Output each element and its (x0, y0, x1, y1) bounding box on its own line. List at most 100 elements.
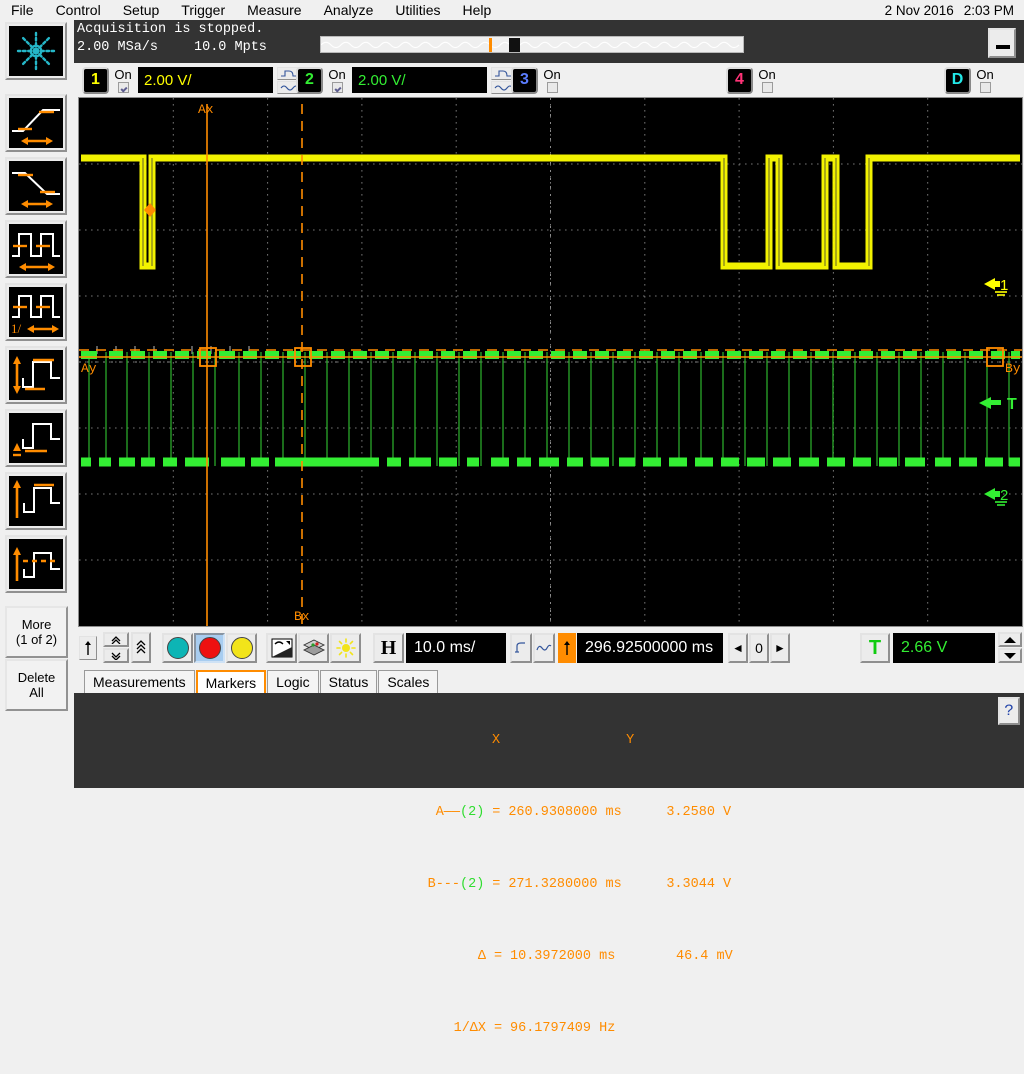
menu-item-control[interactable]: Control (45, 0, 112, 20)
tab-scales[interactable]: Scales (378, 670, 439, 693)
marker-b-x: 271.3280000 ms (508, 877, 622, 892)
measurement-sidebar: 1/ More (1 of 2) Delete All (0, 20, 75, 768)
delay-prev-button[interactable]: ◄ (728, 633, 748, 663)
delete-label-line1: Delete (17, 670, 56, 685)
delay-reference-button[interactable] (558, 633, 576, 663)
channel-button-digital[interactable]: D (944, 66, 971, 94)
sidebar-button-amplitude[interactable] (5, 346, 67, 404)
channel-button-3[interactable]: 3 (511, 66, 538, 94)
time-per-division-field[interactable]: 10.0 ms/ (406, 633, 506, 663)
channel-vdiv-2[interactable]: 2.00 V/ (352, 67, 487, 93)
vertical-offset-button[interactable] (79, 636, 97, 660)
channel-on-checkbox-3[interactable] (546, 81, 558, 93)
channel-group-3: 3 On (511, 65, 563, 95)
channel-2-trace (81, 351, 1020, 467)
channel-on-toggle-digital[interactable]: On (974, 68, 996, 93)
sidebar-button-rise-time[interactable] (5, 94, 67, 152)
menu-item-trigger[interactable]: Trigger (170, 0, 236, 20)
timebase-mode-button[interactable] (510, 633, 532, 663)
scroll-up-fast-button[interactable] (103, 632, 129, 647)
delay-next-button[interactable]: ► (770, 633, 790, 663)
menu-item-measure[interactable]: Measure (236, 0, 312, 20)
trigger-level-up-button[interactable] (998, 632, 1022, 647)
channel-button-4[interactable]: 4 (726, 66, 753, 94)
persistence-button[interactable] (298, 633, 329, 663)
trigger-level-field[interactable]: 2.66 V (893, 633, 995, 663)
channel-on-label-digital: On (976, 66, 994, 82)
marker-b-eq: = (492, 877, 501, 892)
timebase-roll-button[interactable] (533, 633, 555, 663)
falling-edge-icon (9, 161, 63, 211)
sidebar-button-peak-to-peak[interactable] (5, 472, 67, 530)
sidebar-button-period[interactable] (5, 220, 67, 278)
memory-waveform-icon (321, 41, 740, 49)
menu-item-file[interactable]: File (0, 0, 45, 20)
sidebar-button-average[interactable] (5, 535, 67, 593)
trigger-level-down-button[interactable] (998, 648, 1022, 663)
tab-logic[interactable]: Logic (267, 670, 319, 693)
main-panel: Acquisition is stopped. 2.00 MSa/s 10.0 … (74, 20, 1024, 1036)
channel-on-toggle-1[interactable]: On (112, 68, 134, 93)
channel-on-toggle-4[interactable]: On (756, 68, 778, 93)
double-chevron-down-icon (111, 652, 121, 660)
more-button[interactable]: More (1 of 2) (5, 606, 68, 658)
marker-row-b: B---(2) = 271.3280000 ms 3.3044 V (404, 876, 733, 894)
sidebar-button-fall-time[interactable] (5, 157, 67, 215)
channel-button-1[interactable]: 1 (82, 66, 109, 94)
chevron-up-icon (1004, 636, 1016, 643)
sidebar-button-base[interactable] (5, 409, 67, 467)
help-button[interactable]: ? (998, 697, 1020, 725)
memory-bar[interactable] (320, 36, 744, 53)
delete-all-button[interactable]: Delete All (5, 659, 68, 711)
menu-item-analyze[interactable]: Analyze (313, 0, 385, 20)
sidebar-button-frequency[interactable]: 1/ (5, 283, 67, 341)
autoscale-button[interactable] (266, 633, 297, 663)
channel-on-toggle-2[interactable]: On (326, 68, 348, 93)
cursor-color-red-button[interactable] (194, 633, 225, 663)
channel-on-checkbox-2[interactable] (331, 81, 343, 93)
tab-markers[interactable]: Markers (195, 670, 267, 693)
scroll-all-button[interactable] (131, 632, 151, 663)
rising-edge-icon (9, 98, 63, 148)
marker-row-delta: Δ = 10.3972000 ms 46.4 mV (404, 948, 733, 966)
minimize-button[interactable] (988, 28, 1016, 58)
intensity-button[interactable] (330, 633, 361, 663)
horizontal-menu-button[interactable]: H (373, 633, 404, 663)
channel-on-toggle-3[interactable]: On (541, 68, 563, 93)
menu-item-setup[interactable]: Setup (112, 0, 171, 20)
acquisition-bar: Acquisition is stopped. 2.00 MSa/s 10.0 … (74, 20, 1024, 63)
marker-ay-label: Ay (81, 361, 97, 376)
brightness-sun-icon (335, 638, 356, 658)
channel-2-ground-marker: 2 (984, 487, 1008, 506)
minimize-icon (996, 45, 1010, 49)
menu-item-help[interactable]: Help (452, 0, 503, 20)
edge-indicators: 1 T 2 (979, 277, 1017, 506)
yellow-circle-icon (230, 637, 253, 659)
cursor-color-teal-button[interactable] (162, 633, 193, 663)
marker-bx-label: Bx (294, 609, 310, 624)
memory-cursor-marker[interactable] (509, 38, 520, 52)
channel-button-2[interactable]: 2 (296, 66, 323, 94)
scroll-down-fast-button[interactable] (103, 648, 129, 663)
waveform-display[interactable]: Ax Bx Ay By 1 T 2 (78, 97, 1023, 627)
tab-measurements[interactable]: Measurements (84, 670, 195, 693)
more-label-line2: (1 of 2) (15, 632, 58, 647)
zoom-window-icon (515, 642, 525, 653)
channel-on-checkbox-4[interactable] (761, 81, 773, 93)
delay-counter[interactable]: 0 (749, 633, 769, 663)
trigger-level-label: T (1007, 396, 1017, 413)
sidebar-button-logo[interactable] (5, 22, 67, 80)
channel-vdiv-1[interactable]: 2.00 V/ (138, 67, 273, 93)
channel-group-4: 4 On (726, 65, 778, 95)
cursor-color-yellow-button[interactable] (226, 633, 257, 663)
trigger-menu-button[interactable]: T (860, 633, 890, 663)
tab-status[interactable]: Status (319, 670, 378, 693)
channel-1-ground-marker: 1 (984, 277, 1008, 296)
delay-field[interactable]: 296.92500000 ms (577, 633, 723, 663)
channel-on-checkbox-digital[interactable] (979, 81, 991, 93)
channel-on-checkbox-1[interactable] (117, 81, 129, 93)
channel-1-edges (142, 158, 870, 266)
menu-item-utilities[interactable]: Utilities (384, 0, 451, 20)
channel-on-label-2: On (328, 66, 346, 82)
more-label-line1: More (21, 617, 52, 632)
